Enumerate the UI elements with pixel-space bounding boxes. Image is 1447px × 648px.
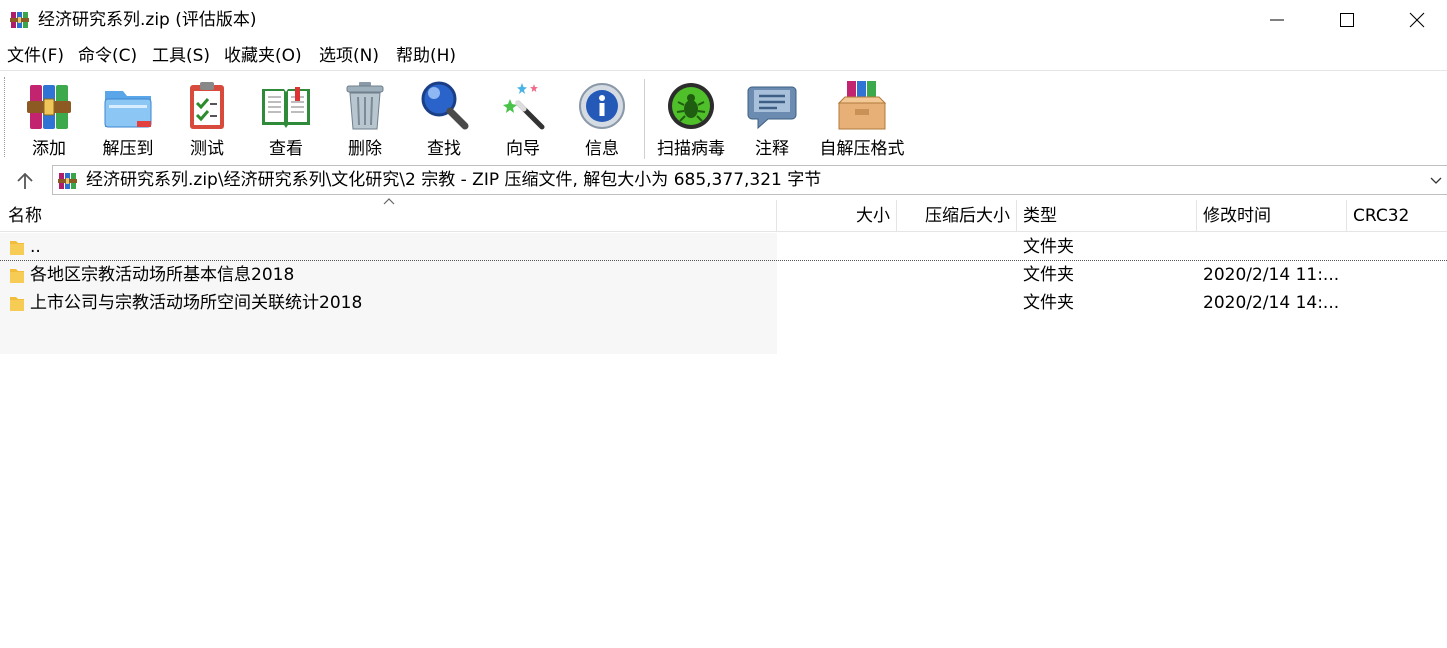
- menu-tools[interactable]: 工具(S): [152, 45, 210, 67]
- row-name: ..: [30, 237, 41, 257]
- clipboard-check-icon: [190, 82, 224, 129]
- magic-wand-icon: [503, 83, 545, 130]
- table-row[interactable]: 上市公司与宗教活动场所空间关联统计2018 文件夹 2020/2/14 14:.…: [0, 289, 1447, 317]
- up-arrow-icon[interactable]: [14, 170, 36, 192]
- comment-button[interactable]: 注释: [735, 77, 809, 159]
- column-header-type[interactable]: 类型: [1017, 200, 1197, 232]
- trash-can-icon: [346, 82, 384, 130]
- sfx-box-icon: [837, 81, 887, 130]
- maximize-button[interactable]: [1312, 0, 1382, 40]
- close-button[interactable]: [1382, 0, 1447, 40]
- column-header-name[interactable]: 名称: [0, 198, 777, 232]
- column-header-crc[interactable]: CRC32: [1347, 200, 1447, 232]
- menu-file[interactable]: 文件(F): [7, 45, 64, 67]
- chevron-down-icon[interactable]: [1429, 174, 1443, 188]
- archive-add-icon: [27, 85, 71, 129]
- menu-favorites[interactable]: 收藏夹(O): [224, 45, 302, 67]
- row-name: 各地区宗教活动场所基本信息2018: [30, 265, 295, 285]
- column-modified-label: 修改时间: [1203, 206, 1271, 226]
- close-icon: [1409, 12, 1425, 28]
- folder-icon: [10, 297, 24, 311]
- archive-icon: [58, 173, 77, 189]
- row-modified: 2020/2/14 14:...: [1203, 293, 1340, 313]
- title-bar[interactable]: 经济研究系列.zip (评估版本): [0, 0, 1447, 40]
- info-icon: [579, 83, 625, 129]
- column-header-packed[interactable]: 压缩后大小: [897, 200, 1017, 232]
- row-type: 文件夹: [1023, 293, 1074, 313]
- folder-icon: [10, 269, 24, 283]
- column-type-label: 类型: [1023, 206, 1057, 226]
- column-crc-label: CRC32: [1353, 206, 1410, 226]
- open-book-icon: [262, 87, 310, 128]
- winrar-window: 经济研究系列.zip (评估版本) 文件(F) 命令(C) 工具(S) 收藏夹(…: [0, 0, 1447, 648]
- path-text: 经济研究系列.zip\经济研究系列\文化研究\2 宗教 - ZIP 压缩文件, …: [86, 170, 822, 190]
- sfx-button[interactable]: 自解压格式: [820, 77, 905, 159]
- winrar-app-icon[interactable]: [10, 10, 30, 30]
- list-header: 名称 大小 压缩后大小 类型 修改时间 CRC32: [0, 198, 1447, 232]
- column-header-modified[interactable]: 修改时间: [1197, 200, 1347, 232]
- file-list: 名称 大小 压缩后大小 类型 修改时间 CRC32 .. 文件夹 各地区宗教活动…: [0, 198, 1447, 648]
- menu-help[interactable]: 帮助(H): [396, 45, 456, 67]
- column-packed-label: 压缩后大小: [925, 206, 1010, 226]
- folder-extract-icon: [104, 91, 152, 128]
- row-type: 文件夹: [1023, 265, 1074, 285]
- virus-scan-icon: [668, 83, 714, 129]
- sfx-label: 自解压格式: [819, 139, 905, 159]
- row-type: 文件夹: [1023, 237, 1074, 257]
- row-modified: 2020/2/14 11:...: [1203, 265, 1340, 285]
- comment-icon: [747, 86, 797, 130]
- table-row[interactable]: 各地区宗教活动场所基本信息2018 文件夹 2020/2/14 11:...: [0, 261, 1447, 289]
- column-header-size[interactable]: 大小: [777, 200, 897, 232]
- row-name: 上市公司与宗教活动场所空间关联统计2018: [30, 293, 363, 313]
- column-name-label: 名称: [8, 206, 42, 226]
- window-title: 经济研究系列.zip (评估版本): [38, 10, 257, 30]
- menu-options[interactable]: 选项(N): [319, 45, 379, 67]
- address-bar: 经济研究系列.zip\经济研究系列\文化研究\2 宗教 - ZIP 压缩文件, …: [0, 162, 1447, 199]
- maximize-icon: [1340, 13, 1354, 27]
- info-button[interactable]: 信息: [565, 77, 639, 159]
- sort-ascending-icon: [383, 198, 395, 205]
- minimize-icon: [1270, 19, 1284, 21]
- column-size-label: 大小: [856, 206, 890, 226]
- menu-bar: 文件(F) 命令(C) 工具(S) 收藏夹(O) 选项(N) 帮助(H): [0, 42, 1447, 70]
- toolbar: 添加 解压到 测试 查看 删除 查找 向导 信息 扫描病毒 注释 自解压格式: [0, 70, 1447, 162]
- minimize-button[interactable]: [1242, 0, 1312, 40]
- magnifier-icon: [421, 81, 469, 130]
- table-row[interactable]: .. 文件夹: [0, 233, 1447, 261]
- folder-icon: [10, 241, 24, 255]
- menu-command[interactable]: 命令(C): [78, 45, 137, 67]
- path-field[interactable]: 经济研究系列.zip\经济研究系列\文化研究\2 宗教 - ZIP 压缩文件, …: [52, 165, 1447, 195]
